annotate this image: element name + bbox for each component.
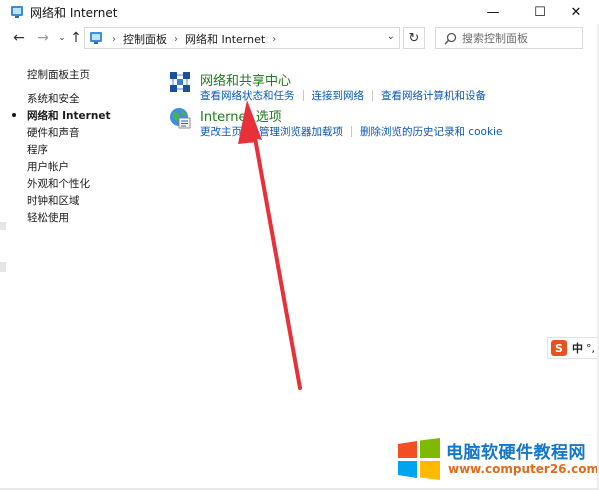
sidebar-item-hardware-sound[interactable]: 硬件和声音: [27, 125, 80, 140]
link-divider: [372, 90, 373, 101]
breadcrumb: › 控制面板 › 网络和 Internet ›: [105, 31, 283, 47]
ime-logo-icon: S: [551, 340, 567, 356]
breadcrumb-separator: ›: [272, 33, 277, 45]
sidebar-item-appearance[interactable]: 外观和个性化: [27, 176, 90, 191]
breadcrumb-item-network-internet[interactable]: 网络和 Internet: [185, 31, 265, 47]
internet-options-tasks: 更改主页 管理浏览器加载项 删除浏览的历史记录和 cookie: [200, 124, 502, 139]
arrow-left-icon: ←: [13, 30, 25, 46]
view-network-status-link[interactable]: 查看网络状态和任务: [200, 88, 295, 103]
link-divider: [302, 90, 304, 101]
sidebar-item-user-accounts[interactable]: 用户帐户: [27, 159, 69, 174]
chevron-down-icon: ⌄: [58, 33, 66, 43]
link-divider: [351, 126, 352, 137]
refresh-icon: ↻: [408, 30, 420, 46]
arrow-right-icon: →: [37, 30, 49, 46]
network-sharing-center-link[interactable]: 网络和共享中心: [200, 70, 291, 89]
windows-logo-icon: [398, 438, 440, 480]
control-panel-icon: [90, 32, 102, 44]
close-button[interactable]: ✕: [553, 0, 599, 24]
title-bar: 网络和 Internet — ☐ ✕: [0, 0, 599, 24]
arrow-up-icon: ↑: [70, 30, 82, 46]
sidebar-item-programs[interactable]: 程序: [27, 142, 48, 157]
address-bar[interactable]: › 控制面板 › 网络和 Internet › ⌄: [84, 27, 400, 49]
active-item-bullet: [12, 113, 16, 117]
close-icon: ✕: [570, 4, 582, 20]
sidebar: 控制面板主页 系统和安全 网络和 Internet 硬件和声音 程序 用户帐户 …: [0, 54, 150, 490]
watermark: 电脑软硬件教程网 www.computer26.com: [396, 436, 599, 484]
control-panel-app-icon: [11, 6, 23, 18]
sidebar-item-network-internet[interactable]: 网络和 Internet: [27, 108, 110, 123]
up-button[interactable]: ↑: [66, 27, 86, 49]
maximize-icon: ☐: [534, 4, 546, 20]
address-dropdown-icon[interactable]: ⌄: [387, 31, 395, 42]
window-title: 网络和 Internet: [30, 6, 118, 20]
minimize-button[interactable]: —: [470, 0, 516, 24]
breadcrumb-separator: ›: [174, 33, 178, 45]
refresh-button[interactable]: ↻: [403, 27, 425, 49]
ime-punctuation-indicator[interactable]: °,: [586, 342, 595, 355]
minimize-icon: —: [486, 4, 500, 20]
ime-status-bar[interactable]: S 中 °,: [547, 337, 599, 359]
sidebar-item-clock-region[interactable]: 时钟和区域: [27, 193, 80, 208]
link-divider: [250, 126, 251, 137]
internet-options-link[interactable]: Internet 选项: [200, 106, 282, 125]
search-input[interactable]: [462, 30, 578, 46]
network-sharing-center-icon: [170, 72, 190, 92]
change-homepage-link[interactable]: 更改主页: [200, 124, 242, 139]
search-box[interactable]: [435, 27, 583, 49]
breadcrumb-item-control-panel[interactable]: 控制面板: [123, 31, 167, 47]
view-network-computers-link[interactable]: 查看网络计算机和设备: [381, 88, 486, 103]
internet-options-icon: [170, 108, 191, 129]
sidebar-item-system-security[interactable]: 系统和安全: [27, 91, 80, 106]
ime-language-indicator[interactable]: 中: [572, 340, 583, 356]
back-button[interactable]: ←: [9, 27, 29, 49]
navigation-bar: ← → ⌄ ↑ › 控制面板 › 网络和 Internet › ⌄ ↻: [0, 24, 599, 54]
connect-to-network-link[interactable]: 连接到网络: [312, 88, 365, 103]
forward-button[interactable]: →: [33, 27, 53, 49]
search-icon: [444, 32, 457, 45]
delete-browsing-history-link[interactable]: 删除浏览的历史记录和 cookie: [360, 124, 502, 139]
sidebar-item-ease-of-access[interactable]: 轻松使用: [27, 210, 69, 225]
sidebar-item-control-panel-home[interactable]: 控制面板主页: [27, 67, 90, 82]
watermark-title: 电脑软硬件教程网: [446, 443, 586, 463]
manage-addons-link[interactable]: 管理浏览器加载项: [259, 124, 343, 139]
breadcrumb-separator: ›: [112, 33, 116, 45]
network-sharing-tasks: 查看网络状态和任务 连接到网络 查看网络计算机和设备: [200, 88, 486, 103]
watermark-url: www.computer26.com: [448, 462, 599, 476]
